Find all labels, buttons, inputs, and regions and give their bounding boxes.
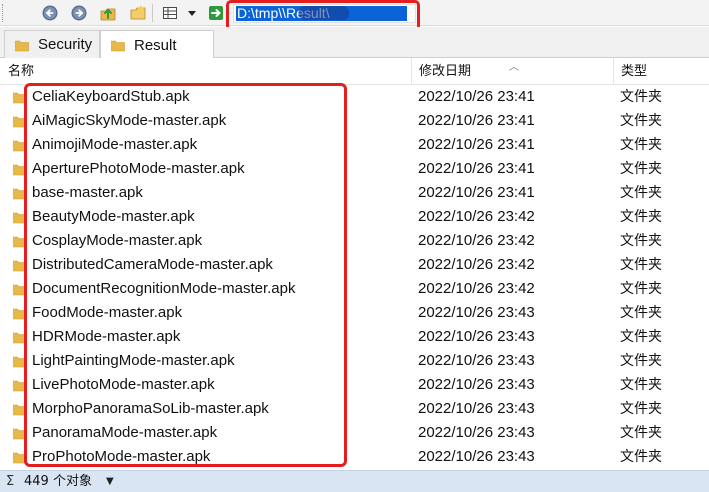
file-type: 文件夹: [620, 185, 662, 201]
file-type: 文件夹: [620, 305, 662, 321]
file-type: 文件夹: [620, 137, 662, 153]
file-type: 文件夹: [620, 161, 662, 177]
sort-ascending-icon: ︿: [509, 62, 519, 73]
file-date: 2022/10/26 23:43: [418, 400, 535, 417]
forward-button[interactable]: [69, 3, 89, 23]
file-date: 2022/10/26 23:43: [418, 304, 535, 321]
go-button[interactable]: [206, 3, 226, 23]
file-type: 文件夹: [620, 281, 662, 297]
file-date: 2022/10/26 23:43: [418, 328, 535, 345]
new-folder-button[interactable]: [128, 3, 148, 23]
forward-arrow-icon: [71, 5, 87, 21]
view-mode-icon: [163, 7, 177, 19]
tab-label: Result: [134, 36, 177, 54]
column-header-name[interactable]: 名称: [0, 58, 412, 85]
file-type: 文件夹: [620, 257, 662, 273]
back-button[interactable]: [40, 3, 60, 23]
file-type: 文件夹: [620, 89, 662, 105]
go-arrow-icon: [209, 6, 223, 20]
file-date: 2022/10/26 23:42: [418, 280, 535, 297]
new-folder-icon: [130, 5, 146, 20]
file-type: 文件夹: [620, 113, 662, 129]
file-type: 文件夹: [620, 377, 662, 393]
tab-result[interactable]: Result: [100, 30, 214, 59]
object-count: 449 个对象: [24, 474, 92, 489]
toolbar-separator: [152, 4, 153, 22]
back-arrow-icon: [42, 5, 58, 21]
file-date: 2022/10/26 23:41: [418, 160, 535, 177]
file-date: 2022/10/26 23:41: [418, 112, 535, 129]
file-type: 文件夹: [620, 401, 662, 417]
status-bar: Σ 449 个对象 ▼: [0, 470, 709, 492]
tab-security[interactable]: Security: [4, 30, 100, 58]
file-date: 2022/10/26 23:43: [418, 448, 535, 465]
file-type: 文件夹: [620, 329, 662, 345]
sigma-icon: Σ: [6, 474, 15, 489]
up-folder-icon: [100, 8, 116, 21]
file-date: 2022/10/26 23:43: [418, 376, 535, 393]
file-date: 2022/10/26 23:41: [418, 136, 535, 153]
up-folder-button[interactable]: [98, 3, 118, 23]
file-date: 2022/10/26 23:41: [418, 88, 535, 105]
file-date: 2022/10/26 23:41: [418, 184, 535, 201]
file-type: 文件夹: [620, 209, 662, 225]
file-date: 2022/10/26 23:43: [418, 424, 535, 441]
file-date: 2022/10/26 23:42: [418, 208, 535, 225]
toolbar-grip[interactable]: [2, 4, 5, 22]
tab-label: Security: [38, 36, 93, 53]
chevron-down-icon: [188, 11, 196, 16]
view-dropdown-button[interactable]: [182, 3, 202, 23]
file-type: 文件夹: [620, 449, 662, 465]
chevron-down-icon[interactable]: ▼: [106, 471, 114, 492]
file-type: 文件夹: [620, 353, 662, 369]
file-date: 2022/10/26 23:42: [418, 256, 535, 273]
tab-bar: Security Result: [0, 27, 709, 59]
column-header-type[interactable]: 类型: [613, 58, 709, 85]
file-type: 文件夹: [620, 425, 662, 441]
file-date: 2022/10/26 23:43: [418, 352, 535, 369]
annotation-box-file-names: [24, 83, 347, 467]
file-type: 文件夹: [620, 233, 662, 249]
folder-icon: [111, 40, 125, 52]
column-header: 名称 修改日期 ︿ 类型: [0, 58, 709, 85]
file-date: 2022/10/26 23:42: [418, 232, 535, 249]
folder-icon: [15, 40, 29, 51]
view-mode-button[interactable]: [160, 3, 180, 23]
